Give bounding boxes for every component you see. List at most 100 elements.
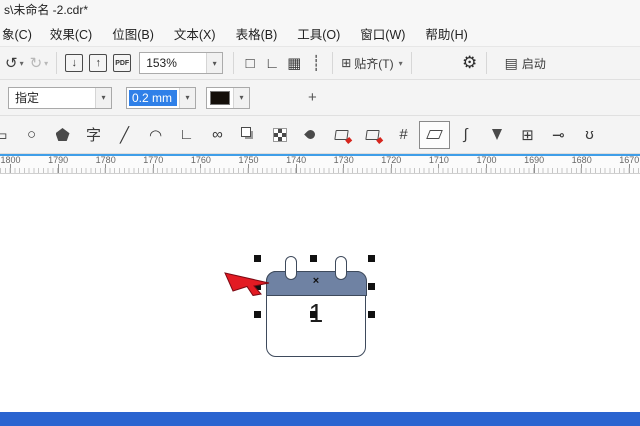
menu-item[interactable]: 效果(C) xyxy=(40,20,102,47)
mesh-fill-tool[interactable]: # xyxy=(388,120,419,150)
pattern-fill-tool-icon xyxy=(272,127,287,142)
horizontal-ruler[interactable]: 1800 1790 1780 1770 1760 1750 1740 1730 1720 1710… xyxy=(0,154,640,174)
outline-style-caret-icon[interactable]: ▾ xyxy=(95,87,111,108)
toolbar-separator xyxy=(332,52,334,74)
text-tool[interactable]: 字 xyxy=(78,120,109,150)
smart-fill-tool[interactable] xyxy=(326,120,357,150)
calendar-ring-right[interactable] xyxy=(335,256,347,280)
ruler-tick: 1770 xyxy=(143,156,163,173)
snap-icon: ⊞ xyxy=(341,56,352,70)
show-guidelines-button[interactable]: ┊ xyxy=(305,50,327,76)
snap-caret-icon[interactable]: ▾ xyxy=(399,59,403,68)
show-rulers-button[interactable]: ∟ xyxy=(261,50,283,76)
taskbar-strip xyxy=(0,412,640,426)
ruler-tick: 1680 xyxy=(572,156,592,173)
launch-label: 启动 xyxy=(521,56,546,71)
redo-button[interactable]: ↻ ▾ xyxy=(27,50,52,76)
pen-tool-icon xyxy=(491,129,502,140)
freehand-tool[interactable]: ╱ xyxy=(109,120,140,150)
menu-item[interactable]: 位图(B) xyxy=(102,20,164,47)
undo-caret-icon[interactable]: ▾ xyxy=(20,59,24,68)
menu-item[interactable]: 文本(X) xyxy=(164,20,226,47)
bezier-tool[interactable]: ◠ xyxy=(140,120,171,150)
import-button[interactable]: ↓ xyxy=(62,50,86,76)
ruler-tick: 1800 xyxy=(0,156,21,173)
toolbar-separator xyxy=(485,52,487,74)
grid-icon: ▦ xyxy=(287,55,302,72)
ruler-tick: 1790 xyxy=(48,156,68,173)
publish-pdf-button[interactable]: PDF xyxy=(110,50,134,76)
polygon-tool[interactable] xyxy=(47,120,78,150)
ruler-tick: 1760 xyxy=(191,156,211,173)
export-button[interactable]: ↑ xyxy=(86,50,110,76)
blend-tool[interactable]: ∞ xyxy=(202,120,233,150)
add-button[interactable]: + xyxy=(308,89,317,106)
pen-tool[interactable] xyxy=(481,120,512,150)
color-caret-icon[interactable]: ▾ xyxy=(233,87,249,108)
interactive-fill-tool[interactable] xyxy=(357,120,388,150)
outline-width-value: 0.2 mm xyxy=(129,89,177,106)
connector-tool[interactable]: ∟ xyxy=(171,120,202,150)
export-icon: ↑ xyxy=(95,57,101,69)
menu-item[interactable]: 工具(O) xyxy=(287,20,350,47)
selection-center-marker[interactable]: × xyxy=(308,275,324,287)
eraser-tool[interactable] xyxy=(419,120,450,149)
show-grid-button[interactable]: ▦ xyxy=(283,50,305,76)
selection-handle-top-middle[interactable] xyxy=(310,255,317,262)
spiral-tool[interactable]: ʊ xyxy=(574,120,605,150)
fullscreen-preview-button[interactable]: □ xyxy=(239,50,261,76)
snap-label: 贴齐(T) xyxy=(354,56,394,71)
drawing-canvas[interactable]: 1 × xyxy=(0,174,640,412)
pattern-fill-tool[interactable] xyxy=(264,120,295,150)
color-swatch xyxy=(210,90,230,105)
polygon-tool-icon xyxy=(55,128,70,141)
menu-item[interactable]: 帮助(H) xyxy=(415,20,477,47)
toolbar-separator xyxy=(233,52,235,74)
outline-style-combo[interactable]: 指定 ▾ xyxy=(8,86,112,109)
undo-button[interactable]: ↺ ▾ xyxy=(2,50,27,76)
ruler-tick: 1740 xyxy=(286,156,306,173)
ruler-tick: 1720 xyxy=(381,156,401,173)
calendar-ring-left[interactable] xyxy=(285,256,297,280)
redo-caret-icon[interactable]: ▾ xyxy=(44,59,48,68)
guidelines-icon: ┊ xyxy=(311,55,321,72)
smudge-tool[interactable]: ∫ xyxy=(450,120,481,150)
outline-width-input[interactable]: 0.2 mm ▾ xyxy=(126,86,196,109)
menu-item-partial[interactable]: 象(C) xyxy=(0,20,40,47)
window-title: s\未命名 -2.cdr* xyxy=(0,0,640,20)
import-icon: ↓ xyxy=(71,57,77,69)
zoom-level-combo[interactable]: 153% ▾ xyxy=(139,52,224,74)
ruler-tick: 1670 xyxy=(619,156,639,173)
interactive-fill-tool-icon xyxy=(365,129,380,140)
order-tool[interactable] xyxy=(233,120,264,150)
order-tool-icon xyxy=(240,126,251,137)
launch-button[interactable]: ▤ 启动 xyxy=(502,50,549,76)
undo-icon: ↺ xyxy=(5,55,18,72)
ruler-tick: 1700 xyxy=(476,156,497,173)
menubar: 象(C) 效果(C) 位图(B) 文本(X) 表格(B) 工具(O) 窗口(W) 帮助(H) xyxy=(0,20,640,46)
attract-tool[interactable]: ⊸ xyxy=(543,120,574,150)
zoom-caret-icon[interactable]: ▾ xyxy=(206,53,223,73)
selection-handle-bottom-right[interactable] xyxy=(368,311,375,318)
selection-handle-middle-right[interactable] xyxy=(368,283,375,290)
eyedropper-tool[interactable] xyxy=(295,120,326,150)
snap-to-button[interactable]: ⊞ 贴齐(T) ▾ xyxy=(338,50,405,76)
rectangle-tool[interactable]: ▭ xyxy=(0,120,16,150)
outline-width-caret-icon[interactable]: ▾ xyxy=(179,87,195,108)
selection-handle-bottom-left[interactable] xyxy=(254,311,261,318)
menu-item[interactable]: 窗口(W) xyxy=(350,20,415,47)
outline-color-picker[interactable]: ▾ xyxy=(206,86,250,109)
preview-icon: □ xyxy=(245,54,255,72)
property-bar: 指定 ▾ 0.2 mm ▾ ▾ + xyxy=(0,80,640,116)
options-button[interactable]: ⚙ xyxy=(459,50,481,76)
smart-fill-tool-icon xyxy=(334,129,349,140)
table-tool[interactable]: ⊞ xyxy=(512,120,543,150)
eraser-tool-icon xyxy=(426,130,443,139)
selection-handle-bottom-middle[interactable] xyxy=(310,311,317,318)
redo-icon: ↻ xyxy=(29,55,43,72)
selection-handle-top-left[interactable] xyxy=(254,255,261,262)
ellipse-tool[interactable]: ○ xyxy=(16,120,47,150)
menu-item[interactable]: 表格(B) xyxy=(226,20,288,47)
ruler-tick: 1690 xyxy=(524,156,544,173)
selection-handle-top-right[interactable] xyxy=(368,255,375,262)
